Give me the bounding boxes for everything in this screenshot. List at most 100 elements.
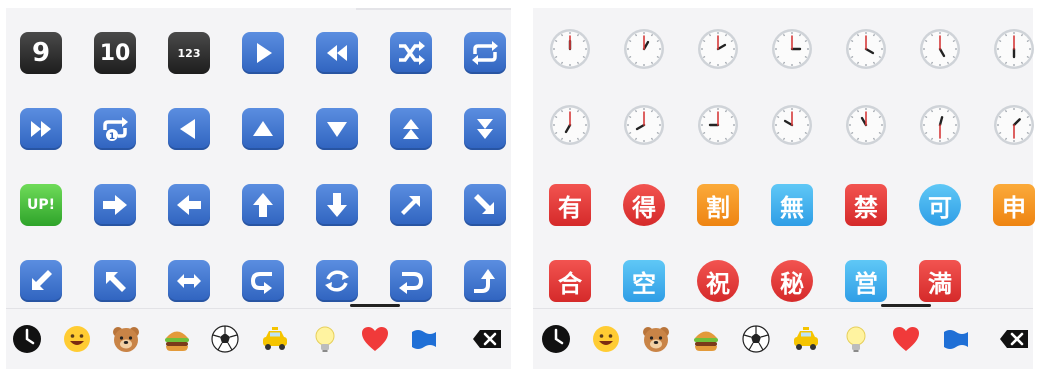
emoji-cell[interactable]: [238, 28, 288, 78]
emoji-cell[interactable]: 有: [545, 180, 595, 230]
emoji-cell[interactable]: [312, 180, 362, 230]
emoji-cell[interactable]: 合: [545, 256, 595, 306]
clock-icon: [696, 103, 740, 147]
emoji-cell[interactable]: [386, 104, 436, 154]
arrow-up-glyph: [253, 193, 273, 217]
clock-icon: [622, 27, 666, 71]
clock-icon: [992, 103, 1036, 147]
clock-icon: [844, 27, 888, 71]
emoji-cell[interactable]: [312, 28, 362, 78]
animals-bear-icon[interactable]: [640, 323, 672, 355]
objects-lightbulb-icon[interactable]: [840, 323, 872, 355]
emoji-cell[interactable]: [693, 100, 743, 150]
emoji-cell[interactable]: [841, 100, 891, 150]
emoji-cell[interactable]: [767, 100, 817, 150]
emoji-cell[interactable]: 満: [915, 256, 965, 306]
animals-bear-icon[interactable]: [110, 323, 142, 355]
emoji-cell[interactable]: [16, 104, 66, 154]
emoji-cell[interactable]: [164, 256, 214, 306]
activity-soccer-icon[interactable]: [209, 323, 241, 355]
keycap-label: UP!: [26, 197, 55, 213]
clock-icon: [696, 27, 740, 71]
emoji-cell[interactable]: [619, 100, 669, 150]
emoji-cell[interactable]: [841, 24, 891, 74]
arrow-down-right-icon: [464, 184, 506, 226]
emoji-cell[interactable]: 無: [767, 180, 817, 230]
emoji-cell[interactable]: 禁: [841, 180, 891, 230]
arrow-left-right-icon: [168, 260, 210, 302]
objects-lightbulb-icon[interactable]: [309, 323, 341, 355]
emoji-cell[interactable]: [915, 24, 965, 74]
emoji-cell[interactable]: [16, 256, 66, 306]
emoji-cell[interactable]: [238, 256, 288, 306]
emoji-cell[interactable]: [386, 180, 436, 230]
emoji-cell[interactable]: [312, 104, 362, 154]
emoji-cell[interactable]: [693, 24, 743, 74]
up-button-glyph: [253, 121, 273, 136]
emoji-cell[interactable]: 割: [693, 180, 743, 230]
travel-taxi-icon[interactable]: [790, 323, 822, 355]
repeat-icon: [464, 32, 506, 74]
emoji-cell[interactable]: 申: [989, 180, 1039, 230]
emoji-cell[interactable]: 10: [90, 28, 140, 78]
flags-icon[interactable]: [940, 323, 972, 355]
emoji-cell[interactable]: [164, 180, 214, 230]
emoji-cell[interactable]: [90, 180, 140, 230]
recent-clock-icon[interactable]: [11, 323, 43, 355]
emoji-cell[interactable]: [386, 28, 436, 78]
emoji-cell[interactable]: [619, 24, 669, 74]
emoji-cell[interactable]: [90, 256, 140, 306]
clock-icon: [622, 103, 666, 147]
emoji-cell[interactable]: 秘: [767, 256, 817, 306]
arrow-down-icon: [316, 184, 358, 226]
emoji-cell[interactable]: [915, 100, 965, 150]
emoji-cell[interactable]: [545, 24, 595, 74]
clocks-signs-emoji-grid: 有得割無禁可申合空祝秘営満: [533, 16, 1035, 306]
emoji-cell[interactable]: 1: [90, 104, 140, 154]
food-burger-icon[interactable]: [690, 323, 722, 355]
backspace-key-icon[interactable]: [998, 323, 1030, 355]
emoji-cell[interactable]: [767, 24, 817, 74]
emoji-cell[interactable]: [989, 100, 1039, 150]
food-burger-icon[interactable]: [161, 323, 193, 355]
repeat-glyph: [472, 41, 498, 65]
flags-icon[interactable]: [408, 323, 440, 355]
emoji-cell[interactable]: 空: [619, 256, 669, 306]
clock-icon: [770, 103, 814, 147]
symbols-heart-icon[interactable]: [359, 323, 391, 355]
recent-clock-icon[interactable]: [540, 323, 572, 355]
emoji-cell[interactable]: [460, 256, 510, 306]
emoji-cell[interactable]: [312, 256, 362, 306]
emoji-cell[interactable]: [545, 100, 595, 150]
keycap-label: 10: [99, 40, 131, 66]
emoji-cell[interactable]: 得: [619, 180, 669, 230]
symbols-heart-icon[interactable]: [890, 323, 922, 355]
emoji-cell[interactable]: [164, 104, 214, 154]
emoji-cell[interactable]: 営: [841, 256, 891, 306]
japanese-discount-icon: 割: [697, 184, 739, 226]
smileys-icon[interactable]: [61, 323, 93, 355]
emoji-cell[interactable]: [989, 24, 1039, 74]
keycap-label: 9: [31, 38, 51, 68]
emoji-cell[interactable]: [460, 180, 510, 230]
backspace-key-icon[interactable]: [471, 323, 503, 355]
emoji-cell[interactable]: [386, 256, 436, 306]
emoji-cell[interactable]: 9: [16, 28, 66, 78]
emoji-cell[interactable]: [238, 180, 288, 230]
clock-icon: [844, 103, 888, 147]
smileys-icon[interactable]: [590, 323, 622, 355]
emoji-cell[interactable]: [238, 104, 288, 154]
right-arrow-curving-left-icon: [242, 260, 284, 302]
emoji-cell[interactable]: UP!: [16, 180, 66, 230]
keycap-10-icon: 10: [94, 32, 136, 74]
arrow-right-glyph: [103, 195, 127, 215]
emoji-cell[interactable]: [460, 104, 510, 154]
emoji-cell[interactable]: 123: [164, 28, 214, 78]
category-bar: [6, 308, 511, 369]
emoji-cell[interactable]: [460, 28, 510, 78]
emoji-cell[interactable]: 祝: [693, 256, 743, 306]
travel-taxi-icon[interactable]: [259, 323, 291, 355]
activity-soccer-icon[interactable]: [740, 323, 772, 355]
japanese-congratulations-icon: 祝: [697, 260, 739, 302]
emoji-cell[interactable]: 可: [915, 180, 965, 230]
